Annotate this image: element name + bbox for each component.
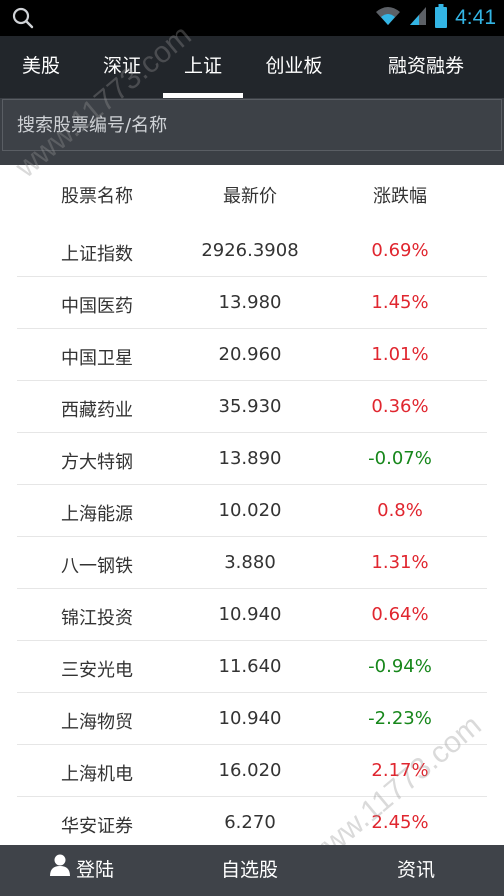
stock-price: 35.930 [218, 396, 282, 417]
stock-change: 1.31% [371, 552, 429, 573]
stock-change: -0.94% [368, 656, 432, 677]
wifi-icon [375, 6, 401, 30]
clock: 4:41 [455, 6, 496, 29]
tab-shenzhen[interactable]: 深证 [82, 36, 162, 98]
stock-change: 0.64% [371, 604, 429, 625]
news-button[interactable]: 资讯 [397, 845, 435, 896]
tab-label: 融资融券 [387, 55, 464, 77]
news-label: 资讯 [397, 859, 436, 881]
stock-change: 0.36% [371, 396, 429, 417]
stock-name: 上海物贸 [61, 712, 133, 733]
stock-change: 1.45% [371, 292, 429, 313]
stock-name: 华安证券 [61, 816, 133, 837]
tab-label: 创业板 [265, 55, 323, 77]
login-label: 登陆 [76, 859, 115, 881]
stock-name: 西藏药业 [61, 400, 133, 421]
stock-change: -0.07% [368, 448, 432, 469]
bottom-nav: 登陆 自选股 资讯 [0, 845, 504, 896]
stock-price: 3.880 [224, 552, 276, 573]
stock-price: 11.640 [218, 656, 282, 677]
table-row[interactable]: 西藏药业 35.930 0.36% [0, 381, 504, 433]
table-row[interactable]: 方大特钢 13.890 -0.07% [0, 433, 504, 485]
table-row[interactable]: 上海机电 16.020 2.17% [0, 745, 504, 797]
table-body: 上证指数 2926.3908 0.69% 中国医药 13.980 1.45% 中… [0, 225, 504, 845]
stock-name: 锦江投资 [61, 608, 133, 629]
stock-price: 10.020 [218, 500, 282, 521]
search-input[interactable] [3, 100, 501, 150]
table-row[interactable]: 上证指数 2926.3908 0.69% [0, 225, 504, 277]
stock-change: 2.17% [371, 760, 429, 781]
table-header: 股票名称 最新价 涨跌幅 [0, 165, 504, 225]
table-row[interactable]: 锦江投资 10.940 0.64% [0, 589, 504, 641]
stock-name: 三安光电 [61, 660, 133, 681]
column-header-change[interactable]: 涨跌幅 [320, 182, 480, 208]
stock-change: -2.23% [368, 708, 432, 729]
stock-price: 10.940 [218, 708, 282, 729]
stock-name: 八一钢铁 [61, 556, 133, 577]
search-bar [2, 99, 502, 151]
table-row[interactable]: 华安证券 6.270 2.45% [0, 797, 504, 845]
stock-price: 2926.3908 [201, 240, 299, 261]
table-row[interactable]: 三安光电 11.640 -0.94% [0, 641, 504, 693]
tab-label: 美股 [21, 55, 60, 77]
column-header-name[interactable]: 股票名称 [17, 182, 177, 208]
stock-change: 0.69% [371, 240, 429, 261]
stock-change: 2.45% [371, 812, 429, 833]
search-icon[interactable] [12, 7, 34, 33]
stock-name: 方大特钢 [61, 452, 133, 473]
stock-name: 中国医药 [61, 296, 133, 317]
watchlist-label: 自选股 [221, 859, 279, 881]
stock-price: 13.980 [218, 292, 282, 313]
watchlist-button[interactable]: 自选股 [221, 845, 278, 896]
tab-us-stocks[interactable]: 美股 [0, 36, 82, 98]
stock-price: 16.020 [218, 760, 282, 781]
stock-price: 20.960 [218, 344, 282, 365]
stock-name: 上海能源 [61, 504, 133, 525]
stock-name: 上海机电 [61, 764, 133, 785]
column-header-price[interactable]: 最新价 [170, 182, 330, 208]
stock-name: 上证指数 [61, 244, 133, 265]
stock-price: 6.270 [224, 812, 276, 833]
tab-margin-trading[interactable]: 融资融券 [358, 36, 494, 98]
tab-chinext[interactable]: 创业板 [248, 36, 340, 98]
table-row[interactable]: 中国医药 13.980 1.45% [0, 277, 504, 329]
table-row[interactable]: 八一钢铁 3.880 1.31% [0, 537, 504, 589]
tab-shanghai[interactable]: 上证 [163, 36, 243, 98]
stock-change: 1.01% [371, 344, 429, 365]
user-icon [50, 845, 70, 896]
signal-icon [409, 6, 427, 30]
market-tabs: 美股 深证 上证 创业板 融资融券 [0, 36, 504, 98]
stock-name: 中国卫星 [61, 348, 133, 369]
stock-price: 13.890 [218, 448, 282, 469]
stock-price: 10.940 [218, 604, 282, 625]
table-row[interactable]: 上海物贸 10.940 -2.23% [0, 693, 504, 745]
status-bar: 4:41 [0, 0, 504, 36]
stock-change: 0.8% [377, 500, 423, 521]
tab-label: 深证 [102, 55, 141, 77]
table-row[interactable]: 中国卫星 20.960 1.01% [0, 329, 504, 381]
table-row[interactable]: 上海能源 10.020 0.8% [0, 485, 504, 537]
login-button[interactable]: 登陆 [50, 845, 114, 896]
stock-table: 股票名称 最新价 涨跌幅 上证指数 2926.3908 0.69% 中国医药 1… [0, 165, 504, 845]
battery-icon [435, 4, 448, 32]
tab-label: 上证 [183, 55, 222, 77]
